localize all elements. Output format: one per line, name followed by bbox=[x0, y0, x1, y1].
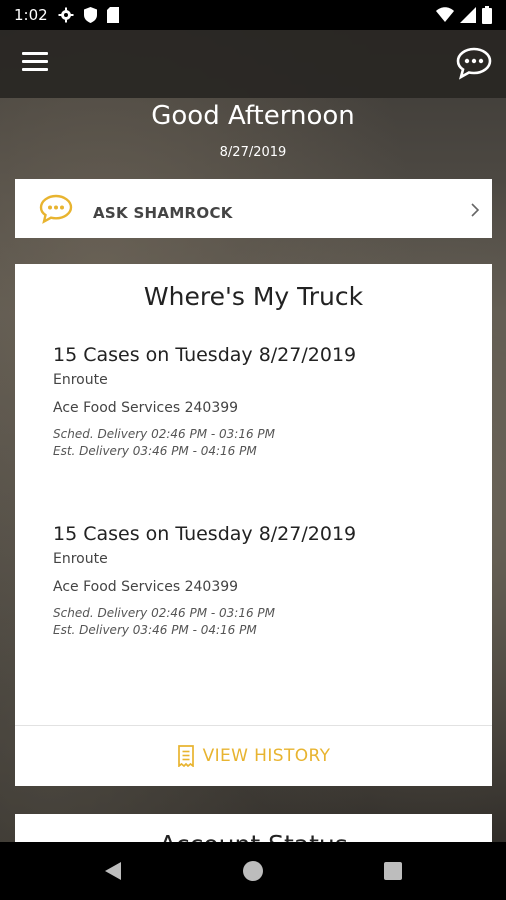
delivery-account: Ace Food Services 240399 bbox=[53, 400, 239, 416]
view-history-label: VIEW HISTORY bbox=[202, 746, 331, 766]
chevron-right-icon bbox=[471, 203, 480, 217]
status-bar: 1:02 bbox=[0, 0, 506, 30]
scheduled-delivery: Sched. Delivery 02:46 PM - 03:16 PM bbox=[53, 427, 276, 441]
scheduled-delivery: Sched. Delivery 02:46 PM - 03:16 PM bbox=[53, 606, 276, 620]
estimated-delivery: Est. Delivery 03:46 PM - 04:16 PM bbox=[53, 444, 257, 458]
app-bar bbox=[0, 30, 506, 98]
battery-icon bbox=[482, 6, 492, 24]
settings-icon bbox=[58, 7, 74, 23]
card-title: Where's My Truck bbox=[143, 282, 364, 311]
menu-button[interactable] bbox=[22, 52, 48, 74]
wifi-icon bbox=[436, 7, 454, 22]
menu-icon-line bbox=[22, 60, 48, 63]
status-time: 1:02 bbox=[14, 6, 48, 24]
delivery-status: Enroute bbox=[53, 551, 108, 567]
delivery-title: 15 Cases on Tuesday 8/27/2019 bbox=[53, 523, 357, 545]
recents-icon[interactable] bbox=[384, 862, 402, 880]
home-icon[interactable] bbox=[243, 861, 263, 881]
account-status-title: Account Status bbox=[15, 830, 492, 842]
delivery-item[interactable]: 15 Cases on Tuesday 8/27/2019 Enroute Ac… bbox=[53, 344, 473, 458]
menu-icon-line bbox=[22, 68, 48, 71]
delivery-title: 15 Cases on Tuesday 8/27/2019 bbox=[53, 344, 357, 366]
estimated-delivery: Est. Delivery 03:46 PM - 04:16 PM bbox=[53, 623, 257, 637]
delivery-account: Ace Food Services 240399 bbox=[53, 579, 239, 595]
chat-bubble-icon bbox=[39, 194, 73, 224]
receipt-icon bbox=[177, 745, 194, 767]
back-icon[interactable] bbox=[103, 861, 123, 881]
system-nav-bar bbox=[0, 842, 506, 900]
view-history-button[interactable]: VIEW HISTORY bbox=[15, 726, 492, 786]
signal-icon bbox=[460, 7, 476, 23]
greeting-title: Good Afternoon bbox=[151, 101, 355, 131]
delivery-status: Enroute bbox=[53, 372, 108, 388]
ask-shamrock-card[interactable]: ASK SHAMROCK bbox=[15, 179, 492, 238]
account-status-card[interactable]: Account Status bbox=[15, 814, 492, 842]
sd-card-icon bbox=[106, 7, 119, 23]
chat-icon[interactable] bbox=[456, 46, 492, 80]
ask-shamrock-label: ASK SHAMROCK bbox=[93, 204, 233, 222]
menu-icon-line bbox=[22, 52, 48, 55]
delivery-item[interactable]: 15 Cases on Tuesday 8/27/2019 Enroute Ac… bbox=[53, 523, 473, 637]
current-date: 8/27/2019 bbox=[219, 145, 287, 160]
shield-icon bbox=[83, 7, 97, 23]
wheres-my-truck-card: Where's My Truck 15 Cases on Tuesday 8/2… bbox=[15, 264, 492, 786]
